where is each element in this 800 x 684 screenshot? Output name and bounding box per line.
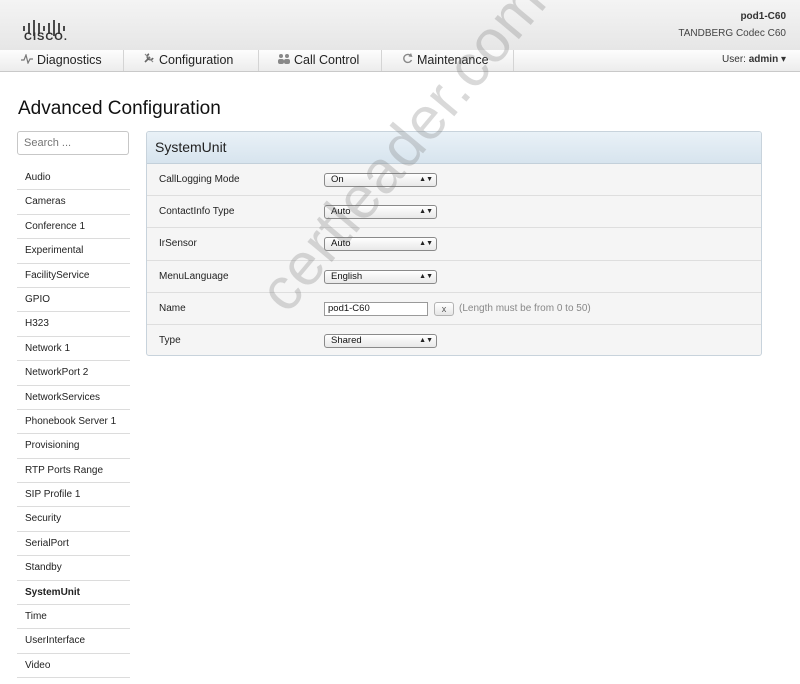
menulanguage-select[interactable]: English ▲▼ bbox=[324, 269, 437, 284]
sidebar-item-gpio[interactable]: GPIO bbox=[17, 288, 130, 313]
sidebar-item-sip-profile-1[interactable]: SIP Profile 1 bbox=[17, 483, 130, 508]
sidebar-item-networkservices[interactable]: NetworkServices bbox=[17, 386, 130, 410]
sidebar-item-provisioning[interactable]: Provisioning bbox=[17, 434, 130, 459]
sidebar-item-time[interactable]: Time bbox=[17, 605, 130, 630]
tab-label: Maintenance bbox=[417, 53, 489, 67]
people-icon bbox=[277, 51, 291, 71]
sidebar-item-cameras[interactable]: Cameras bbox=[17, 190, 130, 215]
sidebar-item-conference-1[interactable]: Conference 1 bbox=[17, 215, 130, 240]
tab-configuration[interactable]: Configuration bbox=[124, 50, 259, 71]
refresh-icon bbox=[400, 51, 414, 71]
user-name: admin bbox=[748, 54, 779, 65]
calllogging-mode-select[interactable]: On ▲▼ bbox=[324, 173, 437, 187]
setting-row-irsensor: IrSensor Auto ▲▼ bbox=[147, 228, 761, 261]
name-length-hint: (Length must be from 0 to 50) bbox=[459, 302, 591, 314]
main-navbar: Diagnostics Configuration Call Control M… bbox=[0, 50, 800, 72]
irsensor-select[interactable]: Auto ▲▼ bbox=[324, 237, 437, 252]
search-input[interactable] bbox=[17, 131, 129, 155]
setting-row-contactinfo-type: ContactInfo Type Auto ▲▼ bbox=[147, 196, 761, 229]
select-arrows-icon: ▲▼ bbox=[419, 336, 433, 344]
sidebar-item-serialport[interactable]: SerialPort bbox=[17, 532, 130, 557]
sidebar-item-networkport-2[interactable]: NetworkPort 2 bbox=[17, 361, 130, 386]
sidebar-item-rtp-ports-range[interactable]: RTP Ports Range bbox=[17, 459, 130, 484]
setting-row-name: Name x (Length must be from 0 to 50) bbox=[147, 293, 761, 325]
select-value: English bbox=[331, 270, 363, 282]
sidebar-item-experimental[interactable]: Experimental bbox=[17, 239, 130, 264]
sidebar-item-userinterface[interactable]: UserInterface bbox=[17, 629, 130, 654]
wrench-icon bbox=[142, 51, 156, 71]
setting-label: CallLogging Mode bbox=[159, 174, 240, 185]
page-title: Advanced Configuration bbox=[18, 98, 221, 119]
cisco-logo-text: CISCO. bbox=[24, 31, 68, 43]
setting-row-menulanguage: MenuLanguage English ▲▼ bbox=[147, 261, 761, 293]
sidebar-item-standby[interactable]: Standby bbox=[17, 556, 130, 581]
clear-name-button[interactable]: x bbox=[434, 301, 454, 316]
select-value: Auto bbox=[331, 238, 351, 250]
setting-label: Type bbox=[159, 334, 181, 346]
select-arrows-icon: ▲▼ bbox=[419, 240, 433, 248]
select-value: Shared bbox=[331, 334, 362, 346]
select-arrows-icon: ▲▼ bbox=[419, 272, 433, 280]
tab-label: Diagnostics bbox=[37, 53, 102, 67]
setting-label: ContactInfo Type bbox=[159, 206, 235, 218]
tab-call-control[interactable]: Call Control bbox=[259, 50, 382, 71]
device-model: TANDBERG Codec C60 bbox=[678, 28, 786, 39]
systemunit-panel: SystemUnit CallLogging Mode On ▲▼ Contac… bbox=[146, 131, 762, 356]
setting-label: IrSensor bbox=[159, 238, 197, 250]
select-value: On bbox=[331, 174, 344, 185]
sidebar-list: Audio Cameras Conference 1 Experimental … bbox=[17, 166, 130, 679]
device-name: pod1-C60 bbox=[740, 11, 786, 22]
setting-row-calllogging-mode: CallLogging Mode On ▲▼ bbox=[147, 164, 761, 197]
contactinfo-type-select[interactable]: Auto ▲▼ bbox=[324, 205, 437, 220]
setting-row-type: Type Shared ▲▼ bbox=[147, 325, 761, 355]
sidebar-item-phonebook-server-1[interactable]: Phonebook Server 1 bbox=[17, 410, 130, 435]
tab-maintenance[interactable]: Maintenance bbox=[382, 50, 514, 71]
select-arrows-icon: ▲▼ bbox=[419, 208, 433, 216]
chevron-down-icon: ▾ bbox=[780, 54, 786, 65]
tab-label: Call Control bbox=[294, 53, 360, 67]
setting-label: Name bbox=[159, 302, 186, 314]
sidebar-item-security[interactable]: Security bbox=[17, 507, 130, 532]
tab-label: Configuration bbox=[159, 53, 234, 67]
panel-title: SystemUnit bbox=[147, 132, 761, 164]
setting-label: MenuLanguage bbox=[159, 270, 229, 282]
sidebar-item-h323[interactable]: H323 bbox=[17, 312, 130, 337]
pulse-icon bbox=[20, 51, 34, 71]
tab-diagnostics[interactable]: Diagnostics bbox=[0, 50, 124, 71]
sidebar-item-audio[interactable]: Audio bbox=[17, 166, 130, 191]
sidebar-item-video[interactable]: Video bbox=[17, 654, 130, 679]
sidebar-item-systemunit[interactable]: SystemUnit bbox=[17, 581, 130, 606]
type-select[interactable]: Shared ▲▼ bbox=[324, 333, 437, 348]
name-input[interactable] bbox=[324, 301, 428, 316]
user-menu[interactable]: User: admin ▾ bbox=[722, 54, 786, 65]
sidebar-item-network-1[interactable]: Network 1 bbox=[17, 337, 130, 362]
select-arrows-icon: ▲▼ bbox=[419, 176, 433, 183]
sidebar-item-facilityservice[interactable]: FacilityService bbox=[17, 264, 130, 288]
user-prefix: User: bbox=[722, 54, 746, 65]
app-header: CISCO. pod1-C60 TANDBERG Codec C60 bbox=[0, 0, 800, 51]
select-value: Auto bbox=[331, 206, 351, 218]
